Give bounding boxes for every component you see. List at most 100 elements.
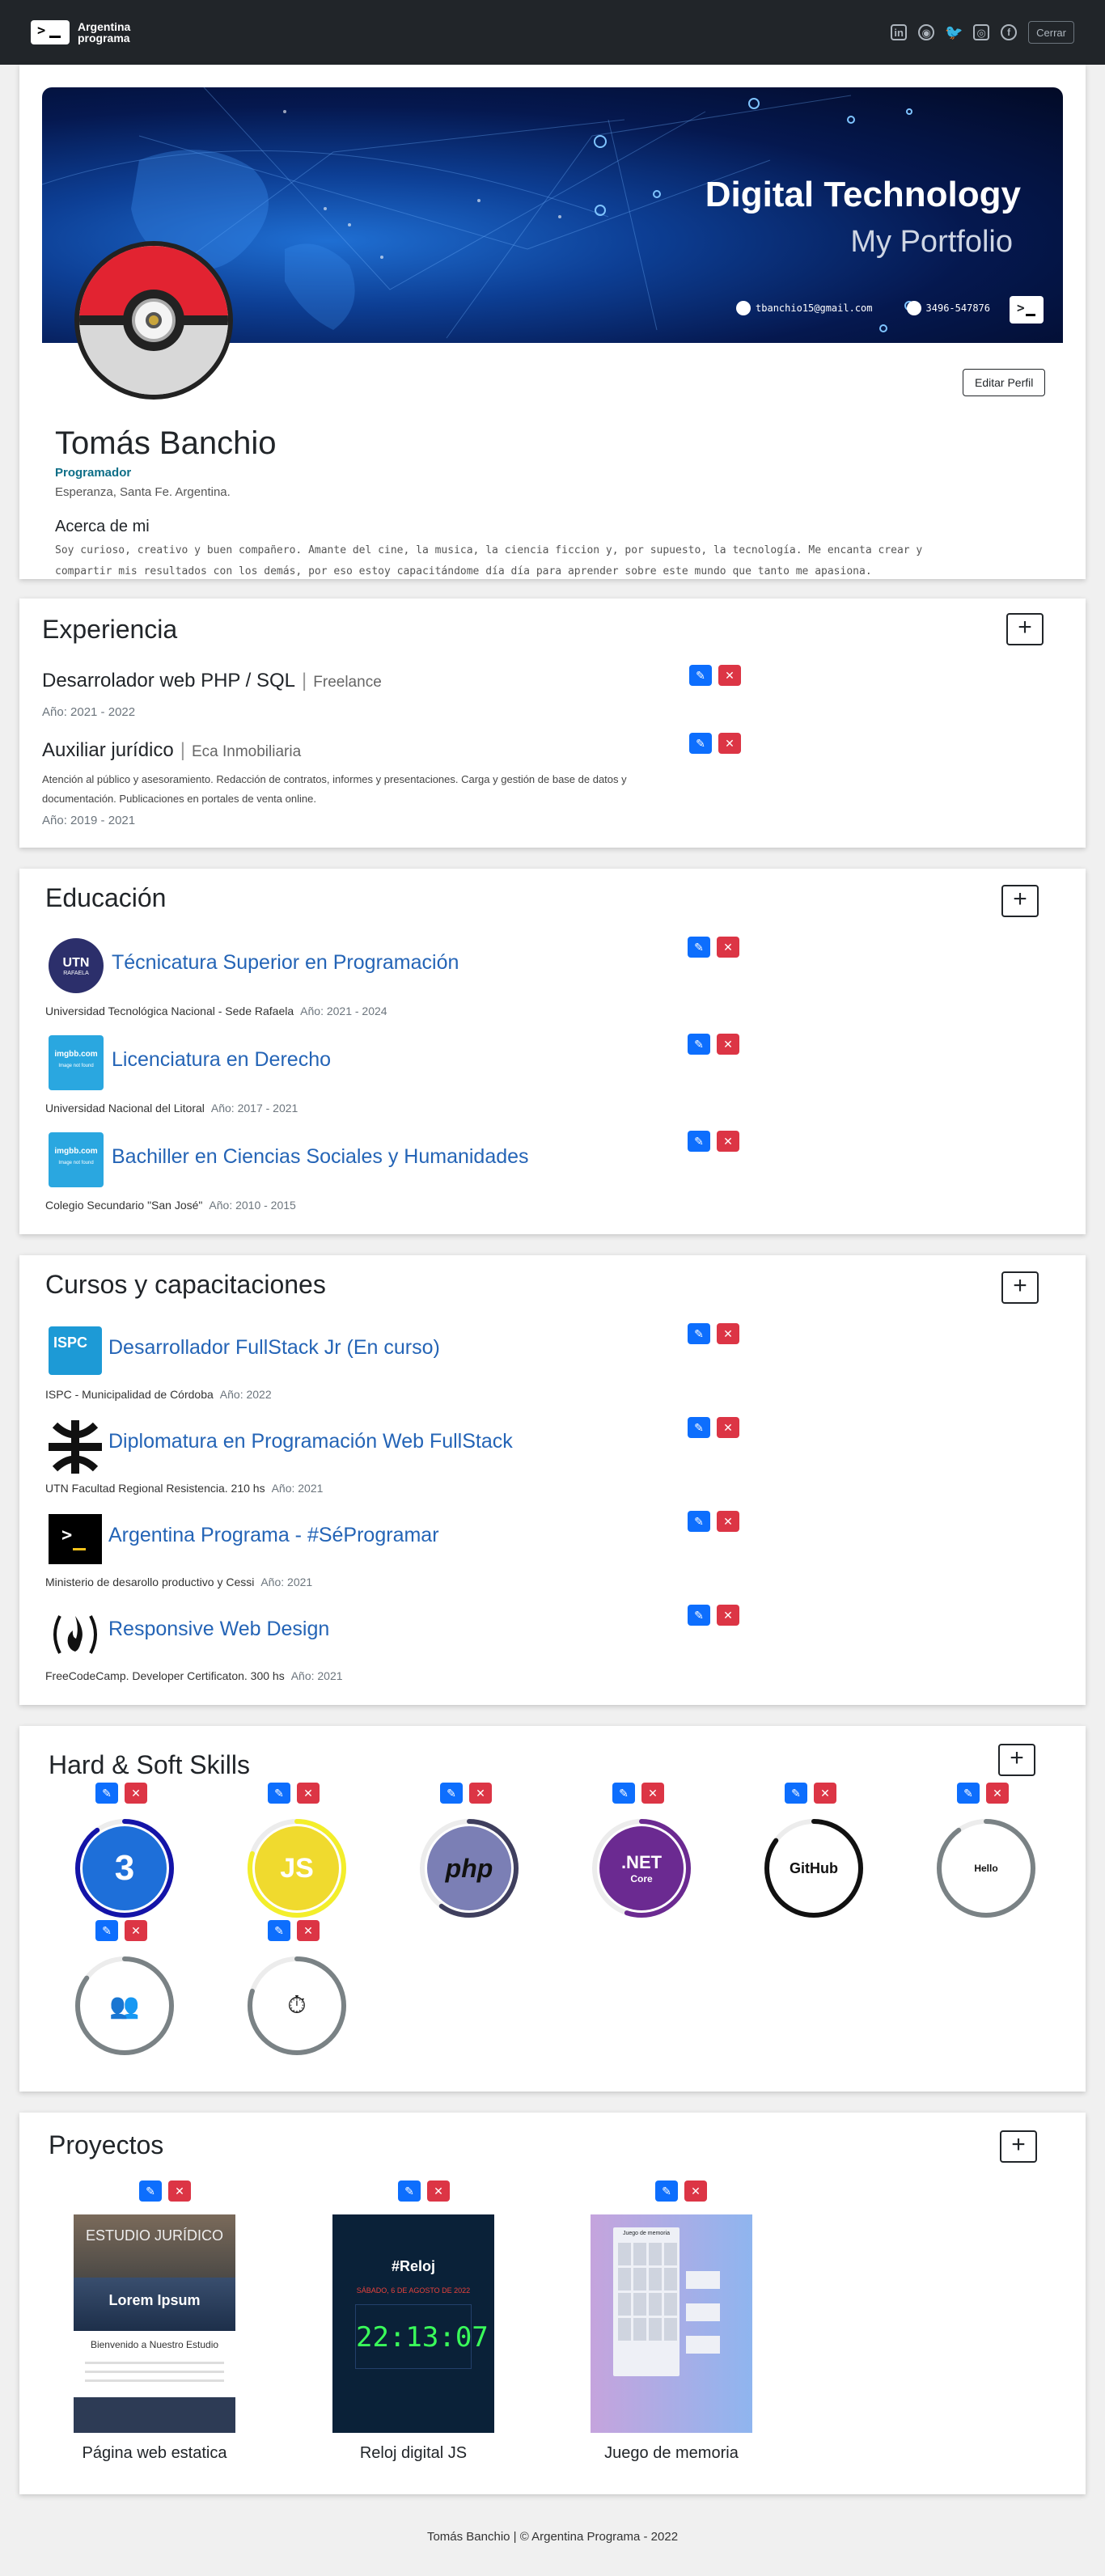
time-management-icon: ⏱ (255, 1964, 339, 2048)
logout-button[interactable]: Cerrar (1028, 21, 1074, 44)
js-icon: JS (255, 1826, 339, 1910)
add-skill-button[interactable]: + (998, 1744, 1035, 1776)
experience-card: Experiencia + Desarrolador web PHP / SQL… (19, 599, 1086, 848)
edit-icon[interactable]: ✎ (689, 665, 712, 686)
edit-icon[interactable]: ✎ (268, 1920, 290, 1941)
education-title-link[interactable]: Bachiller en Ciencias Sociales y Humanid… (112, 1145, 529, 1169)
edit-icon[interactable]: ✎ (689, 733, 712, 754)
skill-actions: ✎ ✕ (785, 1783, 836, 1804)
edit-icon[interactable]: ✎ (398, 2181, 421, 2202)
footer: Tomás Banchio | © Argentina Programa - 2… (426, 2530, 679, 2544)
delete-icon[interactable]: ✕ (684, 2181, 707, 2202)
edit-icon[interactable]: ✎ (139, 2181, 162, 2202)
course-title-link[interactable]: Desarrollador FullStack Jr (En curso) (108, 1336, 440, 1360)
delete-icon[interactable]: ✕ (814, 1783, 836, 1804)
education-meta: Universidad Tecnológica Nacional - Sede … (45, 1005, 387, 1017)
course-title-link[interactable]: Diplomatura en Programación Web FullStac… (108, 1430, 513, 1453)
delete-icon[interactable]: ✕ (717, 937, 739, 958)
placeholder-logo: imgbb.com Image not found (49, 1035, 104, 1090)
edit-icon[interactable]: ✎ (95, 1783, 118, 1804)
banner-subtitle: My Portfolio (850, 225, 1013, 259)
delete-icon[interactable]: ✕ (641, 1783, 664, 1804)
freecodecamp-icon (53, 1615, 97, 1654)
skill-time-management: ⏱ (245, 1954, 349, 2058)
education-meta: Universidad Nacional del Litoral Año: 201… (45, 1102, 298, 1115)
edit-icon[interactable]: ✎ (612, 1783, 635, 1804)
project-name: Página web estatica (82, 2444, 227, 2462)
about-text: Soy curioso, creativo y buen compañero. … (55, 544, 923, 577)
delete-icon[interactable]: ✕ (717, 1417, 739, 1438)
skill-actions: ✎ ✕ (612, 1783, 664, 1804)
delete-icon[interactable]: ✕ (718, 733, 741, 754)
delete-icon[interactable]: ✕ (125, 1920, 147, 1941)
brand[interactable]: > Argentina programa (31, 20, 150, 44)
delete-icon[interactable]: ✕ (125, 1783, 147, 1804)
navbar: > Argentina programa in ◉ 🐦 ◎ f Cerrar (0, 0, 1105, 65)
edit-icon[interactable]: ✎ (688, 1605, 710, 1626)
delete-icon[interactable]: ✕ (717, 1323, 739, 1344)
project-thumbnail-clock[interactable]: #Reloj SÁBADO, 6 DE AGOSTO DE 2022 22:13… (332, 2214, 494, 2433)
course-meta: FreeCodeCamp. Developer Certificaton. 30… (45, 1669, 343, 1682)
dotnet-icon: .NET Core (599, 1826, 684, 1910)
course-actions: ✎ ✕ (688, 1511, 739, 1532)
add-project-button[interactable]: + (1000, 2130, 1037, 2163)
brand-text: Argentina programa (78, 20, 131, 44)
edit-icon[interactable]: ✎ (655, 2181, 678, 2202)
add-education-button[interactable]: + (1001, 885, 1039, 917)
delete-icon[interactable]: ✕ (717, 1034, 739, 1055)
courses-card: Cursos y capacitaciones + ISPC Desarroll… (19, 1255, 1086, 1705)
delete-icon[interactable]: ✕ (297, 1783, 320, 1804)
ispc-logo: ISPC (49, 1326, 102, 1375)
banner-email: tbanchio15@gmail.com (756, 302, 873, 314)
edit-icon[interactable]: ✎ (95, 1920, 118, 1941)
edit-icon[interactable]: ✎ (268, 1783, 290, 1804)
edit-icon[interactable]: ✎ (688, 937, 710, 958)
edit-icon[interactable]: ✎ (440, 1783, 463, 1804)
delete-icon[interactable]: ✕ (717, 1605, 739, 1626)
job-actions: ✎ ✕ (689, 665, 741, 686)
job-actions: ✎ ✕ (689, 733, 741, 754)
edit-icon[interactable]: ✎ (785, 1783, 807, 1804)
placeholder-logo: imgbb.com Image not found (49, 1132, 104, 1187)
edit-icon[interactable]: ✎ (688, 1323, 710, 1344)
github-icon[interactable]: ◉ (918, 24, 935, 40)
add-course-button[interactable]: + (1001, 1271, 1039, 1304)
course-title-link[interactable]: Responsive Web Design (108, 1618, 329, 1641)
education-title-link[interactable]: Licenciatura en Derecho (112, 1048, 331, 1072)
linkedin-icon[interactable]: in (891, 24, 908, 40)
edit-icon[interactable]: ✎ (688, 1034, 710, 1055)
edit-icon[interactable]: ✎ (688, 1417, 710, 1438)
edit-icon[interactable]: ✎ (688, 1511, 710, 1532)
utn-logo: UTN RAFAELA (49, 938, 104, 993)
edit-profile-button[interactable]: Editar Perfil (963, 369, 1046, 396)
skill-dotnet: .NET Core (590, 1817, 693, 1920)
edit-icon[interactable]: ✎ (688, 1131, 710, 1152)
delete-icon[interactable]: ✕ (469, 1783, 492, 1804)
project-name: Juego de memoria (604, 2444, 739, 2462)
profile-card: Digital Technology My Portfolio tbanchio… (19, 65, 1086, 579)
github-icon: GitHub (772, 1826, 856, 1910)
facebook-icon[interactable]: f (1001, 24, 1018, 40)
project-thumbnail-legal-site[interactable]: ESTUDIO JURÍDICO Lorem Ipsum Bienvenido … (74, 2214, 235, 2433)
delete-icon[interactable]: ✕ (986, 1783, 1009, 1804)
education-card: Educación + UTN RAFAELA Técnicatura Supe… (19, 869, 1086, 1234)
education-title-link[interactable]: Técnicatura Superior en Programación (112, 951, 459, 975)
project-thumbnail-memory-game[interactable]: Juego de memoria (591, 2214, 752, 2433)
twitter-icon[interactable]: 🐦 (945, 24, 963, 40)
job-description: Atención al público y asesoramiento. Red… (42, 773, 627, 805)
course-title-link[interactable]: Argentina Programa - #SéProgramar (108, 1524, 439, 1547)
skill-actions: ✎ ✕ (440, 1783, 492, 1804)
delete-icon[interactable]: ✕ (717, 1131, 739, 1152)
add-experience-button[interactable]: + (1006, 613, 1044, 645)
delete-icon[interactable]: ✕ (718, 665, 741, 686)
banner-title: Digital Technology (705, 175, 1021, 214)
delete-icon[interactable]: ✕ (168, 2181, 191, 2202)
delete-icon[interactable]: ✕ (297, 1920, 320, 1941)
instagram-icon[interactable]: ◎ (973, 24, 990, 40)
edit-icon[interactable]: ✎ (957, 1783, 980, 1804)
delete-icon[interactable]: ✕ (427, 2181, 450, 2202)
communication-icon: Hello (944, 1826, 1028, 1910)
courses-title: Cursos y capacitaciones (45, 1270, 326, 1299)
nav-right: in ◉ 🐦 ◎ f Cerrar (891, 21, 1074, 44)
delete-icon[interactable]: ✕ (717, 1511, 739, 1532)
